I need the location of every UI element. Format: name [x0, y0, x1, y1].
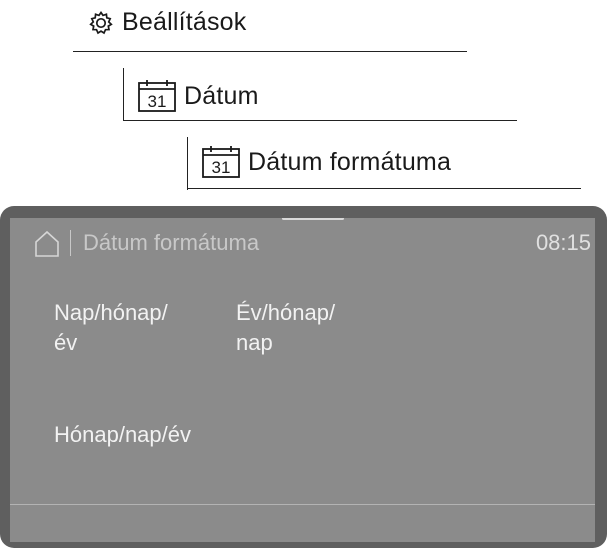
breadcrumb-label-settings: Beállítások — [122, 8, 247, 36]
breadcrumb-level-2: 31 Dátum — [138, 80, 259, 112]
divider — [187, 137, 188, 190]
home-icon[interactable] — [34, 230, 60, 263]
svg-text:31: 31 — [148, 92, 167, 111]
option-label: év — [54, 330, 78, 355]
option-day-month-year[interactable]: Nap/hónap/ év — [54, 298, 168, 358]
option-label: nap — [236, 330, 273, 355]
svg-text:31: 31 — [212, 158, 231, 177]
breadcrumb-level-3: 31 Dátum formátuma — [202, 146, 451, 178]
option-month-day-year[interactable]: Hónap/nap/év — [54, 420, 191, 450]
breadcrumb-label-date-format: Dátum formátuma — [248, 147, 452, 176]
gear-icon — [88, 10, 114, 36]
breadcrumb-level-1: Beállítások — [88, 8, 247, 37]
option-label: Év/hónap/ — [236, 300, 336, 325]
clock: 08:15 — [535, 230, 591, 255]
divider — [70, 230, 71, 256]
divider — [187, 188, 581, 189]
divider — [123, 68, 124, 121]
display-frame: Dátum formátuma 08:15 Nap/hónap/ év Év/h… — [0, 206, 607, 548]
option-label: Hónap/nap/év — [54, 422, 191, 447]
status-bar: Dátum formátuma 08:15 — [10, 218, 595, 264]
option-year-month-day[interactable]: Év/hónap/ nap — [236, 298, 335, 358]
option-label: Nap/hónap/ — [54, 300, 168, 325]
calendar-icon: 31 — [202, 146, 240, 178]
breadcrumb-label-date: Dátum — [184, 81, 259, 110]
calendar-icon: 31 — [138, 80, 176, 112]
divider — [73, 51, 467, 52]
display-screen: Dátum formátuma 08:15 Nap/hónap/ év Év/h… — [10, 218, 595, 542]
divider — [123, 120, 517, 121]
screen-title: Dátum formátuma — [83, 230, 260, 255]
divider — [10, 504, 595, 505]
